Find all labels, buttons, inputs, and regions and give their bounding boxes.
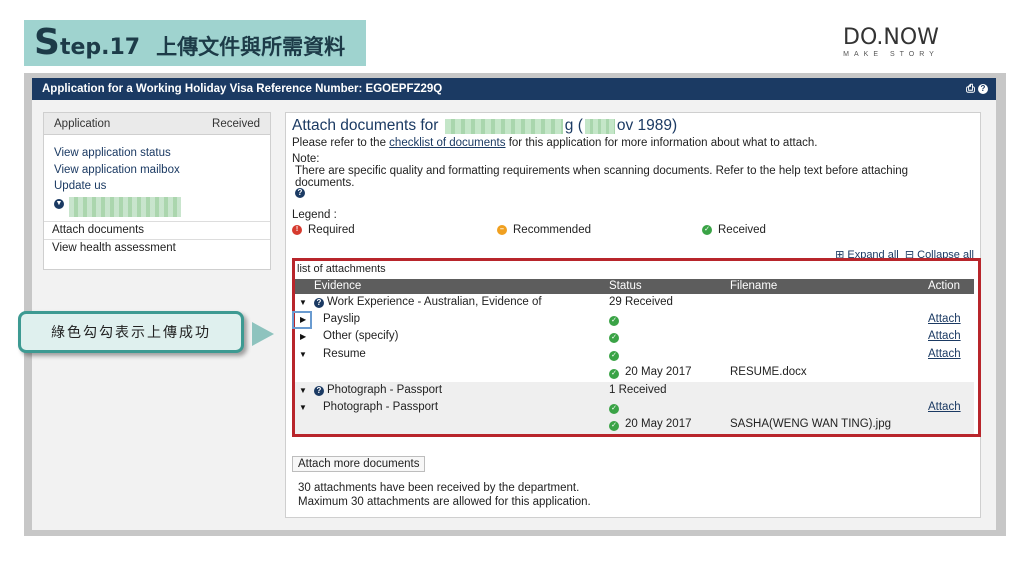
legend-received-label: Received (718, 224, 766, 236)
legend-label: Legend : (292, 209, 337, 221)
checklist-link[interactable]: checklist of documents (389, 137, 505, 149)
sidebar-link-update[interactable]: Update us (54, 178, 260, 195)
step-title: S tep.17 上傳文件與所需資料 (34, 22, 345, 64)
redacted-dob (584, 118, 615, 134)
legend-required-label: Required (308, 224, 355, 236)
sidebar-item-attach-documents[interactable]: Attach documents (44, 220, 270, 239)
sidebar-link-status[interactable]: View application status (54, 145, 260, 162)
intro-before: Please refer to the (292, 137, 390, 149)
help-icon[interactable]: ? (978, 84, 988, 95)
summary-line-received: 30 attachments have been received by the… (298, 482, 580, 494)
redacted-name (444, 118, 563, 134)
header-icons: ⎙ ? (966, 78, 988, 100)
sidebar: Application Received View application st… (43, 112, 271, 270)
legend-recommended: – Recommended (497, 224, 591, 236)
attachment-summary: 30 attachments have been received by the… (298, 481, 591, 509)
summary-line-maximum: Maximum 30 attachments are allowed for t… (298, 496, 591, 508)
brand-name: DO.NOW (843, 25, 939, 50)
app-header-title: Application for a Working Holiday Visa R… (42, 83, 443, 95)
title-mid: g ( (564, 117, 583, 134)
chevron-down-icon: ▼ (54, 198, 64, 209)
intro-text: Please refer to the checklist of documen… (292, 137, 817, 149)
sidebar-header: Application Received (44, 113, 270, 135)
legend-recommended-label: Recommended (513, 224, 591, 236)
redacted-name (69, 196, 181, 217)
step-letter: S (34, 22, 60, 63)
page-title: Attach documents for g ( ov 1989) (292, 117, 677, 135)
legend-received: ✓ Received (702, 224, 766, 236)
highlight-frame (292, 258, 981, 437)
callout-arrow (252, 322, 274, 346)
sidebar-link-mailbox[interactable]: View application mailbox (54, 162, 260, 179)
sidebar-header-status: Received (212, 118, 260, 130)
sidebar-applicant[interactable]: ▼ (54, 196, 260, 219)
step-heading: 上傳文件與所需資料 (156, 35, 346, 59)
note-label: Note: (292, 153, 320, 165)
check-icon: ✓ (702, 225, 712, 235)
required-icon: ! (292, 225, 302, 235)
note-text: There are specific quality and formattin… (295, 165, 909, 189)
print-icon[interactable]: ⎙ (966, 83, 975, 95)
highlight-marker (292, 311, 312, 329)
help-icon[interactable]: ? (295, 188, 305, 198)
intro-after: for this application for more informatio… (505, 137, 818, 149)
sidebar-links: View application status View application… (44, 135, 270, 219)
callout-box: 綠色勾勾表示上傳成功 (18, 311, 244, 353)
title-prefix: Attach documents for (292, 117, 439, 134)
attach-more-button[interactable]: Attach more documents (292, 456, 426, 472)
title-suffix: ov 1989) (616, 117, 678, 134)
app-header-bar: Application for a Working Holiday Visa R… (32, 78, 996, 100)
sidebar-item-health-assessment[interactable]: View health assessment (44, 238, 270, 257)
step-number: tep.17 (59, 35, 141, 60)
legend-required: ! Required (292, 224, 355, 236)
recommended-icon: – (497, 225, 507, 235)
sidebar-header-label: Application (54, 118, 111, 130)
brand-logo: DO.NOW MAKE STORY (838, 26, 944, 60)
brand-tagline: MAKE STORY (843, 51, 939, 58)
